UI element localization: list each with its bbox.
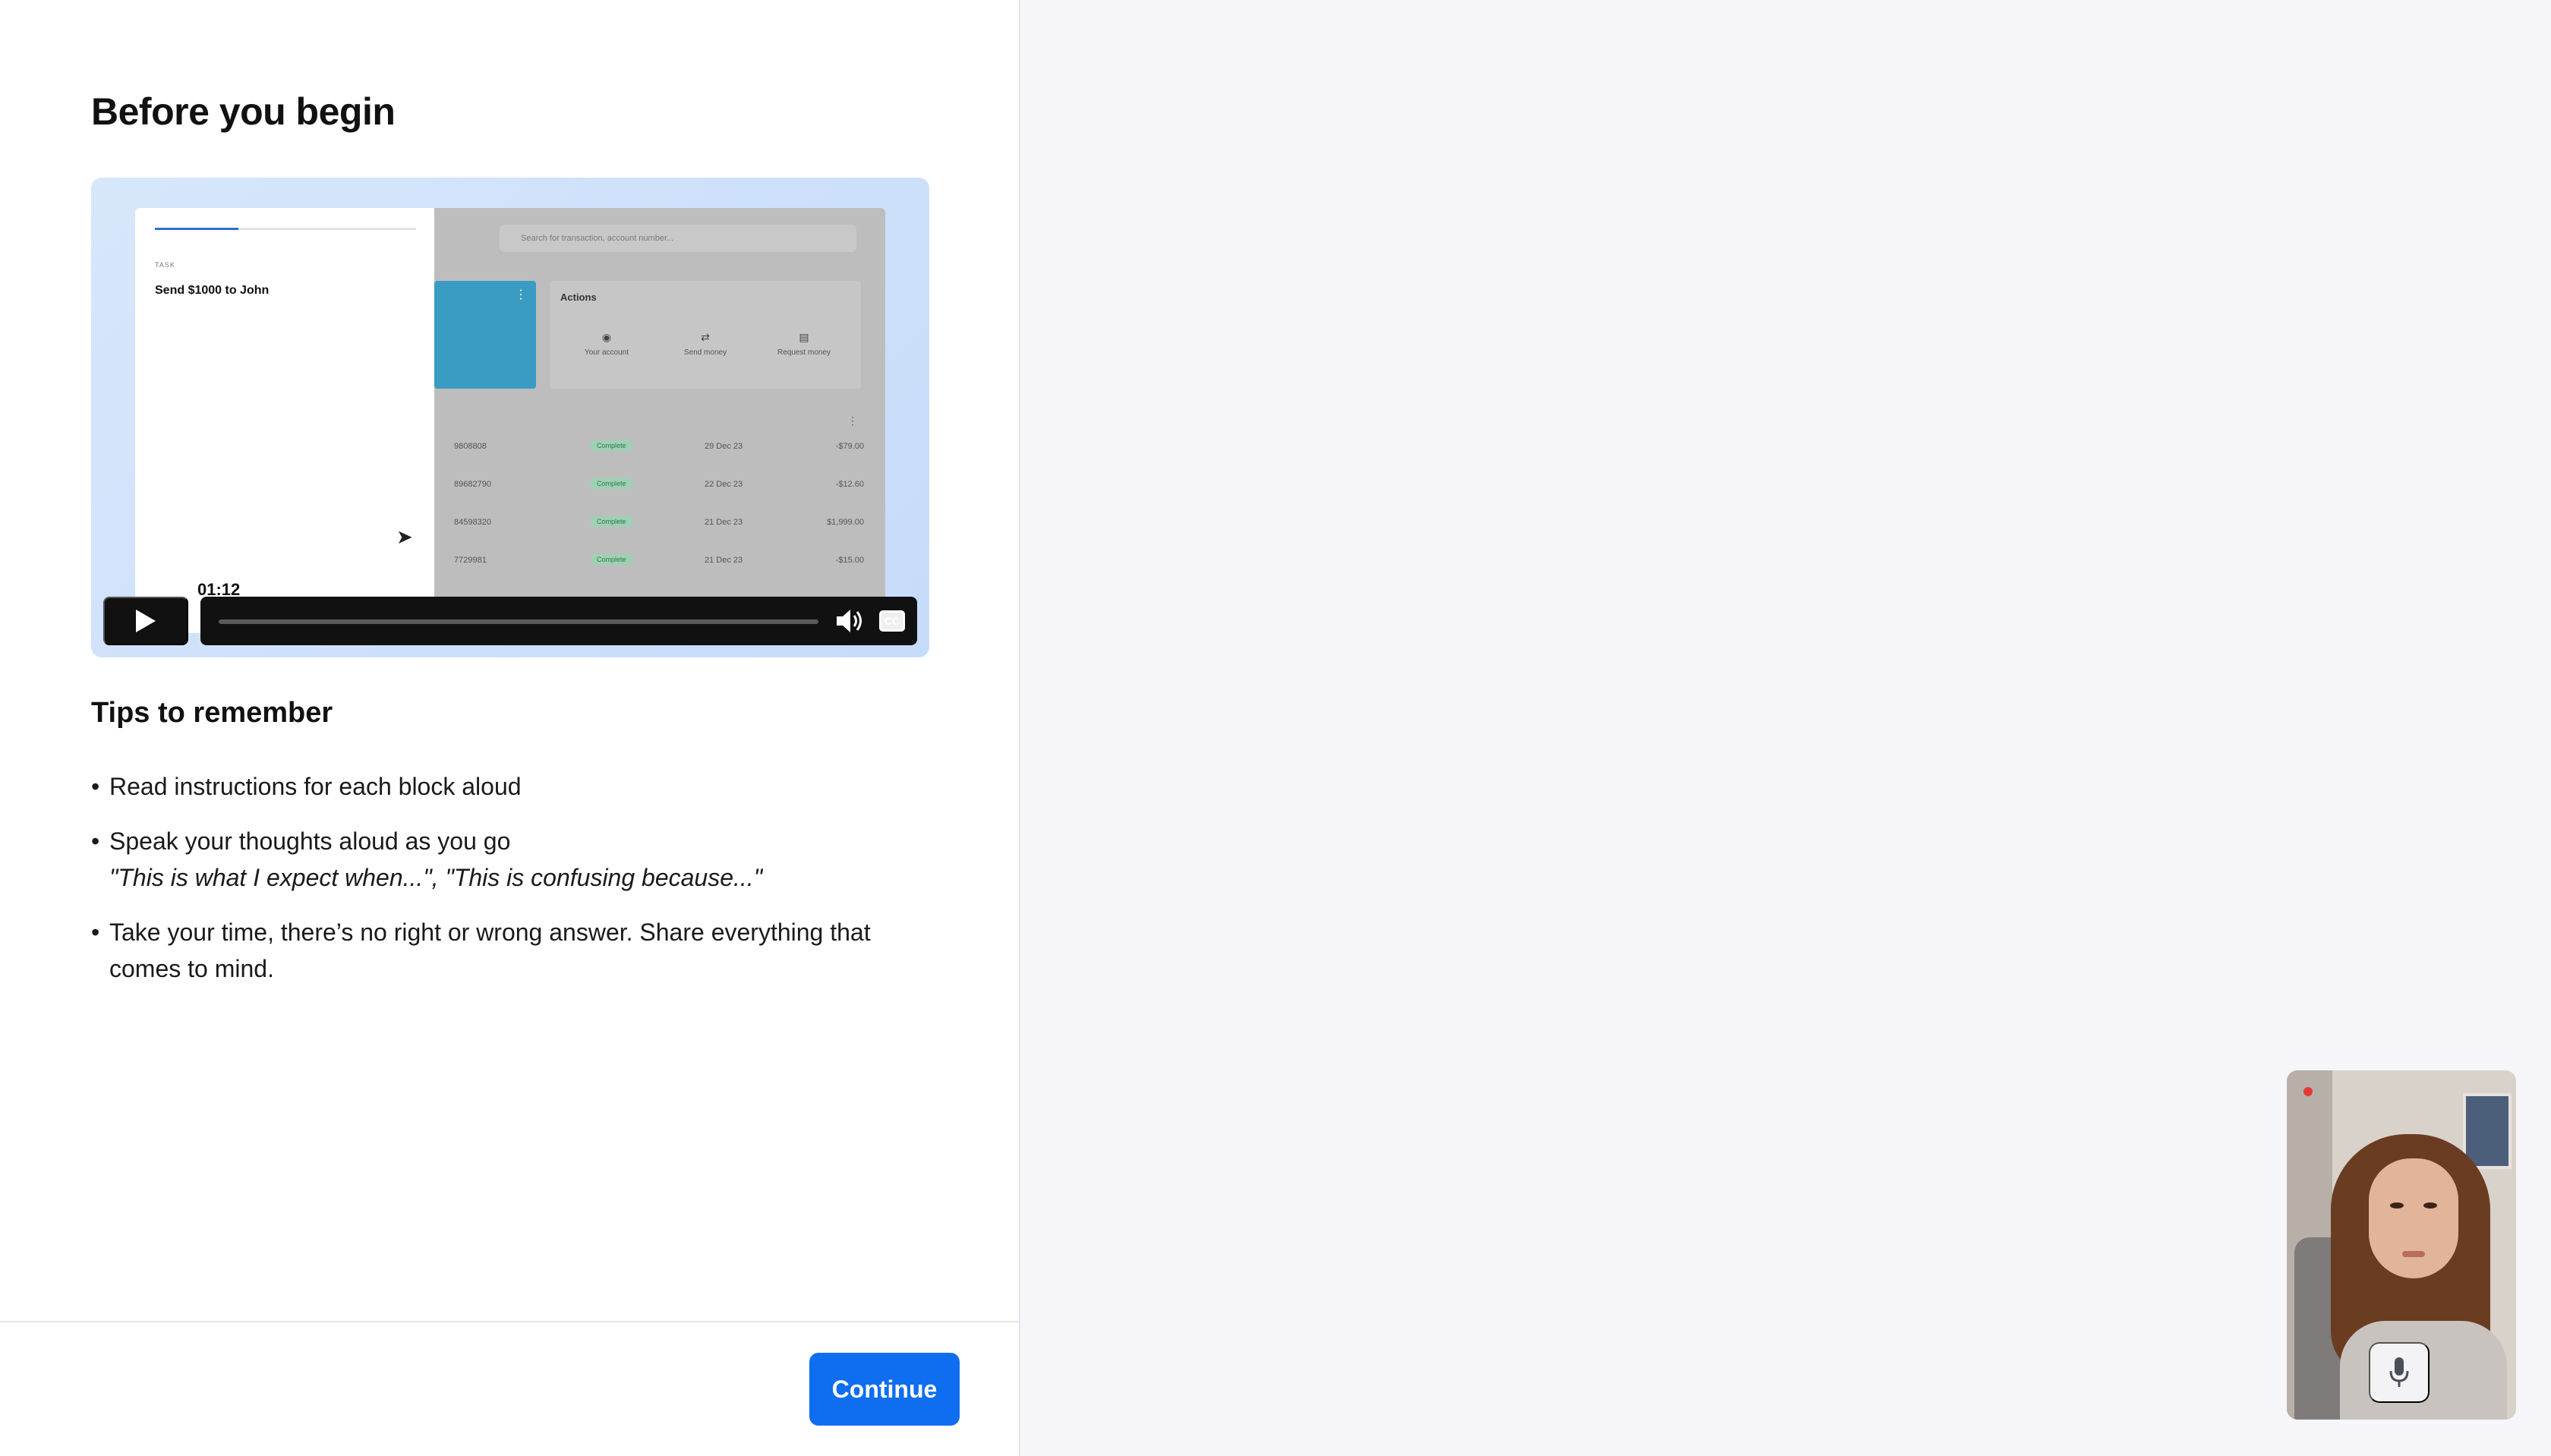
tips-title: Tips to remember	[91, 697, 333, 729]
preview-status-badge: Complete	[591, 554, 632, 565]
tip-item: Take your time, there’s no right or wron…	[91, 914, 926, 987]
preview-action-send-money: ⇄ Send money	[664, 331, 747, 357]
volume-button[interactable]	[835, 607, 866, 637]
preview-search-bar: Search for transaction, account number..…	[500, 225, 856, 252]
user-icon: ◉	[601, 331, 612, 343]
preview-task-sidebar: TASK Send $1000 to John ➤	[135, 208, 434, 633]
preview-action-your-account: ◉ Your account	[565, 331, 648, 357]
microphone-button[interactable]	[2369, 1342, 2430, 1403]
preview-transaction-amount: -$79.00	[835, 442, 864, 451]
preview-status-badge: Complete	[591, 516, 632, 527]
webcam-poster	[2463, 1093, 2512, 1169]
request-icon: ▤	[799, 331, 809, 343]
volume-icon	[837, 610, 862, 632]
recording-indicator-icon	[2303, 1087, 2313, 1096]
tip-item: Speak your thoughts aloud as you go "Thi…	[91, 823, 926, 896]
preview-transaction-date: 21 Dec 23	[705, 556, 743, 565]
preview-transaction-row: 84598320 Complete 21 Dec 23 $1,999.00	[454, 504, 864, 540]
preview-transaction-row: 9808808 Complete 29 Dec 23 -$79.00	[454, 428, 864, 465]
microphone-icon	[2389, 1357, 2409, 1387]
preview-account-card: ⋮	[434, 281, 536, 389]
preview-action-label: Request money	[777, 348, 831, 357]
preview-transaction-id: 84598320	[454, 518, 491, 527]
preview-actions-panel: Actions ◉ Your account ⇄ Send money ▤ Re…	[550, 281, 861, 389]
play-button[interactable]	[103, 597, 188, 645]
tip-text: Take your time, there’s no right or wron…	[109, 919, 871, 982]
preview-transaction-amount: $1,999.00	[827, 518, 864, 527]
preview-transaction-id: 7729981	[454, 556, 487, 565]
webcam-preview	[2287, 1070, 2516, 1420]
preview-transaction-date: 22 Dec 23	[705, 480, 743, 489]
preview-cursor-icon: ➤	[396, 525, 413, 548]
preview-action-label: Send money	[683, 348, 727, 357]
preview-card-menu-icon: ⋮	[515, 288, 527, 301]
captions-button[interactable]: CC	[879, 610, 905, 632]
footer-divider	[0, 1321, 1020, 1322]
video-preview-frame: ⌕ Search for transaction, account number…	[135, 208, 885, 633]
tips-list: Read instructions for each block aloud S…	[91, 768, 926, 1005]
video-control-bar: CC	[200, 597, 917, 645]
preview-actions-title: Actions	[560, 292, 597, 303]
play-icon	[136, 610, 156, 632]
preview-action-request-money: ▤ Request money	[762, 331, 846, 357]
preview-transaction-date: 21 Dec 23	[705, 518, 743, 527]
send-icon: ⇄	[701, 331, 710, 343]
preview-transaction-amount: -$12.60	[835, 480, 864, 489]
webcam-eye	[2390, 1202, 2404, 1209]
tip-item: Read instructions for each block aloud	[91, 768, 926, 805]
tip-quote: "This is what I expect when...", "This i…	[109, 864, 763, 891]
preview-task-text: Send $1000 to John	[155, 284, 270, 297]
preview-transaction-row: 7729981 Complete 21 Dec 23 -$15.00	[454, 542, 864, 578]
video-seek-bar[interactable]	[219, 619, 818, 624]
preview-progress-bar	[155, 228, 416, 230]
tip-text: Read instructions for each block aloud	[109, 773, 522, 800]
page-title: Before you begin	[91, 90, 396, 133]
tip-text: Speak your thoughts aloud as you go	[109, 827, 511, 855]
webcam-person-face	[2369, 1158, 2458, 1278]
preview-task-label: TASK	[155, 261, 175, 269]
preview-action-label: Your account	[584, 348, 629, 357]
preview-transaction-row: 89682790 Complete 22 Dec 23 -$12.60	[454, 466, 864, 503]
instructions-panel: Before you begin ⌕ Search for transactio…	[0, 0, 1020, 1456]
preview-transaction-id: 9808808	[454, 442, 487, 451]
webcam-eye	[2423, 1202, 2437, 1209]
preview-status-badge: Complete	[591, 440, 632, 451]
continue-button[interactable]: Continue	[809, 1353, 960, 1426]
webcam-mouth	[2402, 1251, 2425, 1257]
preview-status-badge: Complete	[591, 478, 632, 489]
preview-table-menu-icon: ⋮	[847, 414, 858, 427]
preview-transaction-id: 89682790	[454, 480, 491, 489]
preview-transaction-date: 29 Dec 23	[705, 442, 743, 451]
preview-transaction-amount: -$15.00	[835, 556, 864, 565]
